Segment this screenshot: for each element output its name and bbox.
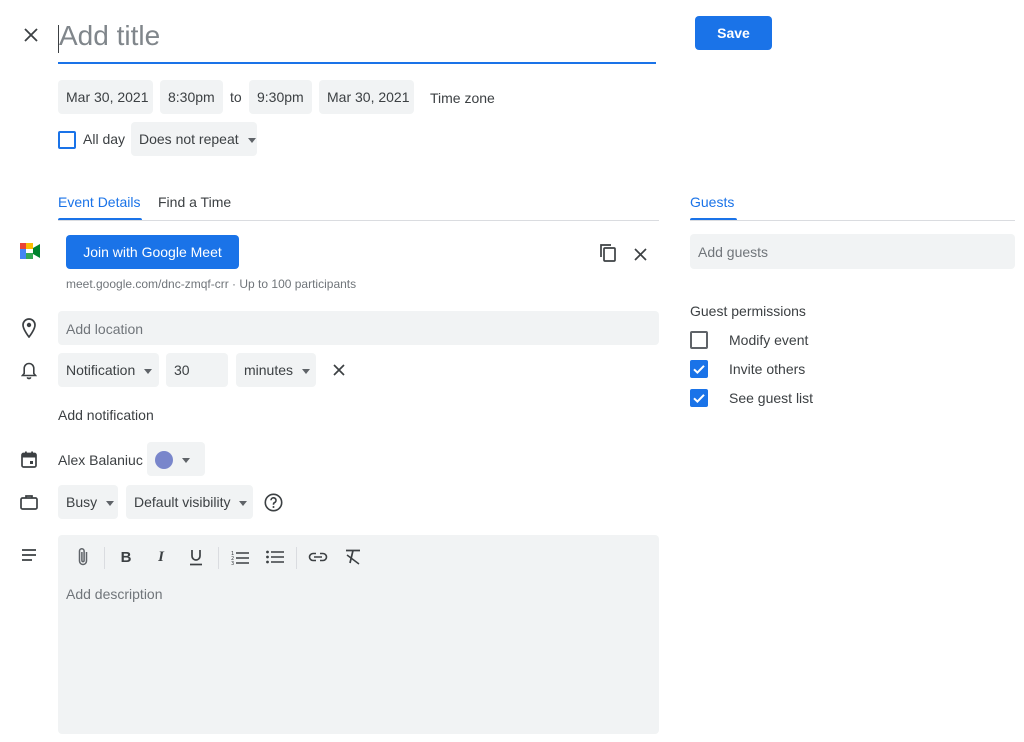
guests-divider [690, 220, 1015, 221]
all-day-checkbox[interactable] [58, 131, 76, 149]
save-button-label: Save [717, 25, 750, 41]
to-label: to [230, 89, 242, 105]
modify-event-checkbox[interactable] [690, 331, 708, 349]
invite-others-checkbox[interactable] [690, 360, 708, 378]
formatting-toolbar: B I 123 [58, 535, 659, 579]
tabs-divider [58, 220, 659, 221]
see-guest-list-checkbox[interactable] [690, 389, 708, 407]
description-icon [19, 547, 39, 563]
repeat-value: Does not repeat [139, 131, 239, 147]
notification-amount-input[interactable]: 30 [166, 353, 228, 387]
start-time-picker[interactable]: 8:30pm [160, 80, 223, 114]
tab-find-a-time[interactable]: Find a Time [158, 194, 231, 210]
join-google-meet-label: Join with Google Meet [83, 244, 222, 260]
invite-others-label: Invite others [729, 361, 806, 377]
attachment-icon[interactable] [74, 546, 92, 568]
meet-link-text: meet.google.com/dnc-zmqf-crr · Up to 100… [66, 277, 357, 291]
underline-icon[interactable] [186, 547, 206, 567]
location-input[interactable]: Add location [58, 311, 659, 345]
bell-icon [19, 360, 39, 382]
notification-type-value: Notification [66, 362, 136, 378]
checkmark-icon [693, 365, 705, 375]
title-placeholder: Add title [59, 20, 161, 51]
location-pin-icon [19, 317, 39, 339]
timezone-button[interactable]: Time zone [430, 90, 495, 106]
repeat-dropdown[interactable]: Does not repeat [131, 122, 257, 156]
visibility-dropdown[interactable]: Default visibility [126, 485, 253, 519]
link-icon[interactable] [307, 547, 329, 567]
chevron-down-icon [302, 368, 311, 374]
toolbar-divider [104, 547, 105, 569]
chevron-down-icon [144, 368, 153, 374]
all-day-label: All day [83, 131, 126, 147]
busy-dropdown[interactable]: Busy [58, 485, 118, 519]
notification-unit-value: minutes [244, 362, 294, 378]
italic-icon[interactable]: I [151, 547, 171, 567]
bold-icon[interactable]: B [116, 547, 136, 567]
svg-text:3: 3 [231, 561, 234, 565]
calendar-color-swatch [155, 451, 173, 470]
see-guest-list-label: See guest list [729, 390, 814, 406]
clear-formatting-icon[interactable] [342, 547, 364, 567]
calendar-color-dropdown[interactable] [147, 442, 205, 476]
numbered-list-icon[interactable]: 123 [229, 547, 251, 567]
notification-unit-dropdown[interactable]: minutes [236, 353, 316, 387]
calendar-icon [19, 449, 39, 469]
remove-meet-icon[interactable] [630, 244, 650, 264]
chevron-down-icon [182, 457, 190, 463]
title-field[interactable]: Add title [58, 14, 656, 64]
description-placeholder: Add description [66, 586, 163, 602]
guest-permissions-title: Guest permissions [690, 303, 806, 319]
visibility-value: Default visibility [134, 494, 231, 510]
end-time-picker[interactable]: 9:30pm [249, 80, 312, 114]
end-date-picker[interactable]: Mar 30, 2021 [319, 80, 414, 114]
modify-event-label: Modify event [729, 332, 809, 348]
chevron-down-icon [247, 137, 256, 143]
description-editor[interactable]: B I 123 Add description [58, 535, 659, 734]
notification-type-dropdown[interactable]: Notification [58, 353, 159, 387]
start-date-picker[interactable]: Mar 30, 2021 [58, 80, 153, 114]
toolbar-divider [218, 547, 219, 569]
google-meet-icon [19, 242, 41, 260]
busy-value: Busy [66, 494, 98, 510]
join-google-meet-button[interactable]: Join with Google Meet [66, 235, 239, 269]
copy-icon[interactable] [597, 242, 619, 264]
tab-guests[interactable]: Guests [690, 194, 734, 210]
checkmark-icon [693, 394, 705, 404]
add-guests-placeholder: Add guests [698, 244, 769, 260]
chevron-down-icon [106, 500, 115, 506]
remove-notification-icon[interactable] [330, 361, 348, 379]
chevron-down-icon [239, 500, 248, 506]
add-notification-button[interactable]: Add notification [58, 407, 154, 423]
save-button[interactable]: Save [695, 16, 772, 50]
help-icon[interactable] [263, 492, 283, 512]
location-placeholder: Add location [66, 321, 144, 337]
add-guests-input[interactable]: Add guests [690, 234, 1015, 269]
bulleted-list-icon[interactable] [264, 547, 286, 567]
close-icon[interactable] [19, 23, 43, 47]
calendar-owner-name: Alex Balaniuc [58, 452, 143, 468]
tab-event-details[interactable]: Event Details [58, 194, 140, 210]
briefcase-icon [19, 492, 39, 512]
toolbar-divider [296, 547, 297, 569]
